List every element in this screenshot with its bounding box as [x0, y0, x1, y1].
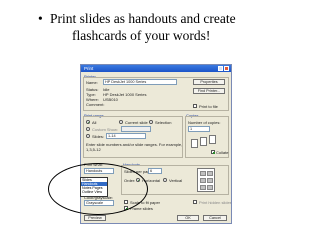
highlight-ellipse — [48, 163, 148, 215]
slides-per-page-value: 6 — [150, 169, 153, 173]
comment-label: Comment: — [86, 102, 105, 107]
bullet-text-line1: Print slides as handouts and create — [50, 11, 236, 26]
collate-label: Collate — [216, 150, 229, 155]
current-slide-radio[interactable] — [119, 120, 123, 124]
collate-page-icon — [209, 135, 216, 144]
custom-show-label: Custom Show: — [92, 127, 119, 132]
ok-button[interactable]: OK — [177, 215, 199, 221]
selection-label: Selection — [155, 120, 172, 125]
slide-thumb — [207, 178, 213, 183]
all-label: All — [92, 120, 97, 125]
dialog-title: Print — [84, 66, 94, 71]
bullet-text-line2: flashcards of your words! — [72, 28, 211, 43]
copies-input[interactable]: 1 — [188, 126, 210, 132]
vertical-label: Vertical — [169, 178, 183, 183]
slide-thumb — [200, 178, 206, 183]
name-label: Name: — [86, 80, 98, 85]
custom-show-radio[interactable] — [86, 127, 90, 131]
copies-value: 1 — [190, 127, 193, 131]
collate-checkbox[interactable] — [211, 150, 215, 154]
number-of-copies-label: Number of copies: — [188, 120, 221, 125]
handout-preview — [197, 168, 215, 192]
selection-radio[interactable] — [149, 120, 153, 124]
help-icon[interactable] — [218, 66, 223, 71]
slide-thumb — [200, 171, 206, 176]
print-hidden-checkbox[interactable] — [193, 200, 197, 204]
printer-name-select[interactable]: HP DeskJet 1000 Series — [103, 79, 177, 85]
print-hidden-label: Print hidden slides — [199, 200, 232, 205]
slide-thumb — [207, 185, 213, 190]
properties-button[interactable]: Properties — [193, 79, 225, 85]
bullet-marker: • — [38, 11, 43, 26]
slide-thumb — [200, 185, 206, 190]
slides-per-page-select[interactable]: 6 — [148, 168, 162, 174]
close-icon[interactable] — [224, 66, 229, 71]
custom-show-select[interactable] — [121, 126, 151, 132]
print-to-file-label: Print to file — [199, 104, 218, 109]
range-hint-line2: 1,3,5-12 — [86, 147, 101, 152]
slides-label: Slides: — [92, 134, 105, 139]
vertical-radio[interactable] — [163, 178, 167, 182]
slide-thumb — [207, 171, 213, 176]
dialog-titlebar: Print — [81, 65, 231, 72]
cancel-button[interactable]: Cancel — [203, 215, 227, 221]
slides-radio[interactable] — [86, 134, 90, 138]
slide: • Print slides as handouts and create fl… — [0, 0, 320, 240]
where-value: USB010 — [103, 97, 118, 102]
collate-page-icon — [191, 139, 198, 148]
find-printer-button[interactable]: Find Printer... — [193, 88, 225, 94]
bullet-point: • Print slides as handouts and create fl… — [38, 10, 280, 44]
preview-button[interactable]: Preview — [84, 215, 106, 221]
slides-range-input[interactable]: 1-14 — [106, 133, 146, 139]
print-to-file-checkbox[interactable] — [193, 104, 197, 108]
slides-range-value: 1-14 — [108, 134, 116, 138]
all-radio[interactable] — [86, 120, 90, 124]
printer-name-value: HP DeskJet 1000 Series — [105, 80, 147, 84]
current-slide-label: Current slide — [125, 120, 148, 125]
collate-page-icon — [200, 137, 207, 146]
